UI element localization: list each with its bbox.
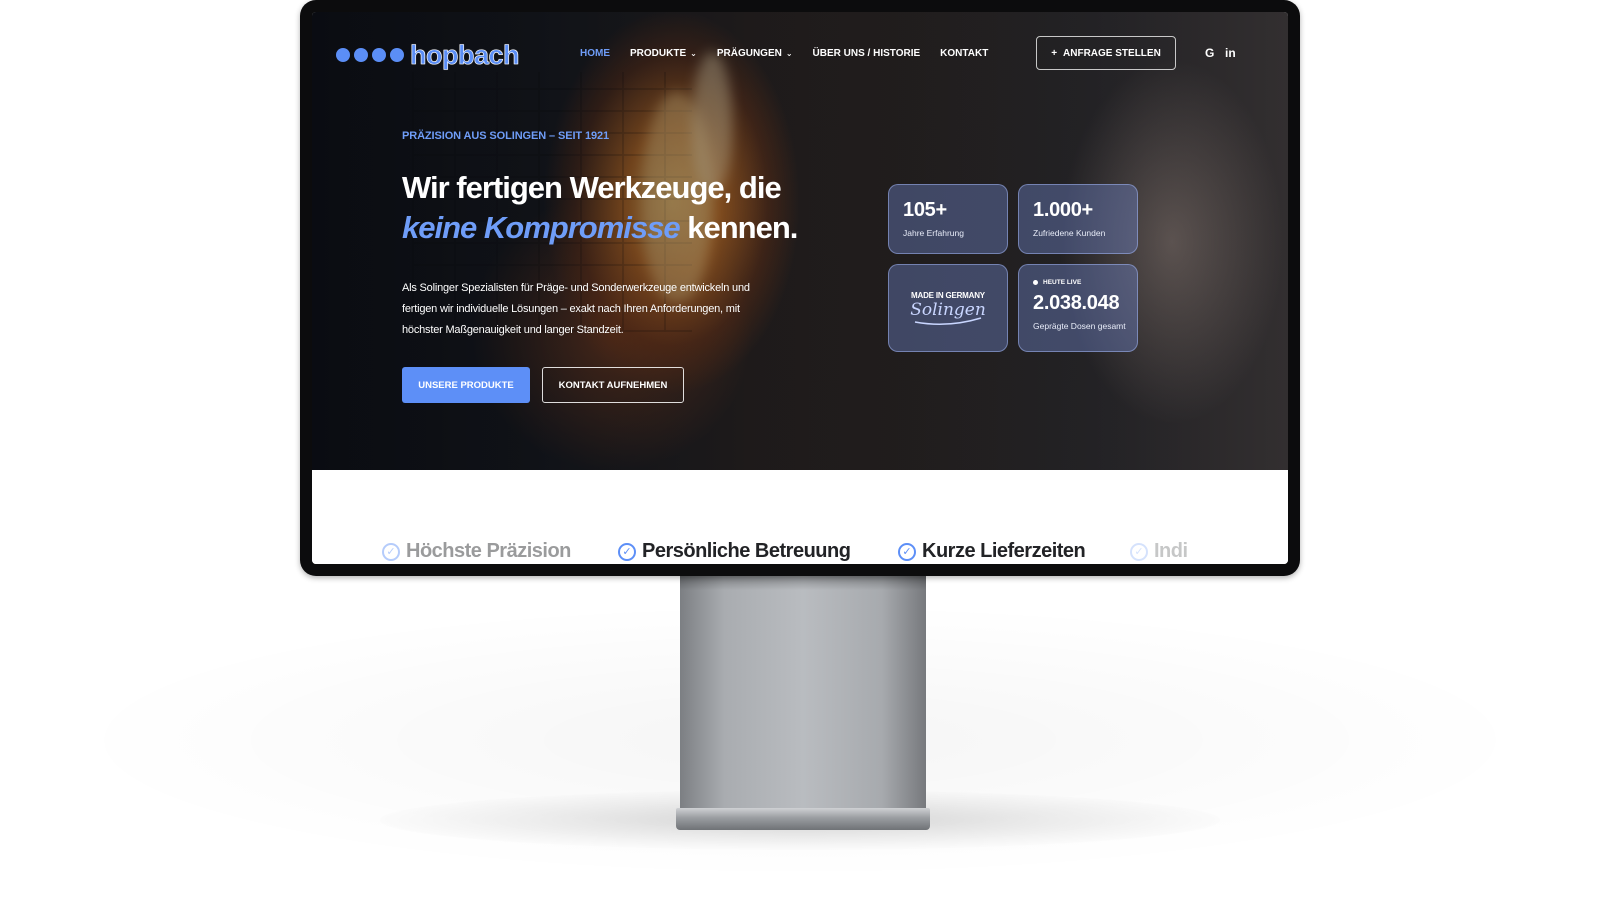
monitor-screen: hopbach HOME PRODUKTE ⌄ PRÄGUNGEN ⌄ ÜBER U… xyxy=(312,12,1288,564)
logo-wordmark: hopbach xyxy=(410,39,520,70)
feature-item: ✓ Indi xyxy=(1130,540,1188,563)
main-menu: HOME PRODUKTE ⌄ PRÄGUNGEN ⌄ ÜBER UNS / HIS… xyxy=(580,48,1008,59)
feature-label: Indi xyxy=(1154,540,1188,562)
stat-card-live-counter: HEUTE LIVE 2.038.048 Geprägte Dosen gesa… xyxy=(1018,264,1138,352)
feature-item: ✓ Persönliche Betreuung xyxy=(618,540,851,563)
features-strip: ✓ Höchste Präzision ✓ Persönliche Betreu… xyxy=(312,470,1288,564)
nav-label: KONTAKT xyxy=(940,48,989,59)
stat-label: Geprägte Dosen gesamt xyxy=(1033,321,1126,331)
feature-label: Persönliche Betreuung xyxy=(642,540,851,562)
chevron-down-icon: ⌄ xyxy=(690,49,697,58)
site-logo[interactable]: hopbach xyxy=(336,39,520,70)
stat-value: 105+ xyxy=(903,199,947,221)
nav-item-home[interactable]: HOME xyxy=(580,48,610,59)
unsere-produkte-button[interactable]: UNSERE PRODUKTE xyxy=(402,367,530,403)
logo-dot xyxy=(354,48,368,62)
linkedin-icon[interactable]: in xyxy=(1225,46,1236,60)
nav-item-ueber-uns[interactable]: ÜBER UNS / HISTORIE xyxy=(813,48,921,59)
plus-icon: + xyxy=(1051,47,1058,59)
logo-dot xyxy=(390,48,404,62)
check-circle-icon: ✓ xyxy=(898,542,916,561)
feature-item: ✓ Höchste Präzision xyxy=(382,540,571,563)
nav-item-produkte[interactable]: PRODUKTE ⌄ xyxy=(630,48,697,59)
check-circle-icon: ✓ xyxy=(1130,542,1148,561)
nav-item-kontakt[interactable]: KONTAKT xyxy=(940,48,988,59)
feature-label: Kurze Lieferzeiten xyxy=(922,540,1086,562)
stat-label: Jahre Erfahrung xyxy=(903,228,964,238)
headline-line-1: Wir fertigen Werkzeuge, die xyxy=(402,170,782,205)
nav-item-praegungen[interactable]: PRÄGUNGEN ⌄ xyxy=(717,48,793,59)
feature-label: Höchste Präzision xyxy=(406,540,571,562)
feature-item: ✓ Kurze Lieferzeiten xyxy=(898,540,1086,563)
hero-section: hopbach HOME PRODUKTE ⌄ PRÄGUNGEN ⌄ ÜBER U… xyxy=(312,12,1288,470)
monitor-stand-foot xyxy=(676,808,930,830)
check-circle-icon: ✓ xyxy=(618,542,636,561)
hero-content: PRÄZISION AUS SOLINGEN – SEIT 1921 Wir f… xyxy=(402,130,822,341)
live-tag: HEUTE LIVE xyxy=(1043,279,1082,286)
swoosh-icon xyxy=(914,316,982,325)
logo-dot xyxy=(336,48,350,62)
hero-headline: Wir fertigen Werkzeuge, die keine Kompro… xyxy=(402,168,822,248)
top-navigation: hopbach HOME PRODUKTE ⌄ PRÄGUNGEN ⌄ ÜBER U… xyxy=(312,12,1288,96)
kontakt-aufnehmen-button[interactable]: KONTAKT AUFNEHMEN xyxy=(542,367,684,403)
live-indicator: HEUTE LIVE xyxy=(1033,279,1123,286)
stat-value: 2.038.048 xyxy=(1033,292,1120,314)
anfrage-stellen-button[interactable]: + ANFRAGE STELLEN xyxy=(1036,36,1176,70)
nav-label: HOME xyxy=(580,48,610,59)
monitor-stand-neck xyxy=(680,572,926,812)
hero-eyebrow: PRÄZISION AUS SOLINGEN – SEIT 1921 xyxy=(402,130,610,142)
nav-label: PRODUKTE xyxy=(630,48,687,59)
headline-end: kennen. xyxy=(679,210,798,245)
google-icon[interactable]: G xyxy=(1205,46,1214,60)
stat-card-years: 105+ Jahre Erfahrung xyxy=(888,184,1008,254)
badge-top-text: MADE IN GERMANY xyxy=(911,290,985,300)
check-circle-icon: ✓ xyxy=(382,542,400,561)
anfrage-label: ANFRAGE STELLEN xyxy=(1063,47,1161,59)
headline-accent: keine Kompromisse xyxy=(402,210,681,245)
stat-card-customers: 1.000+ Zufriedene Kunden xyxy=(1018,184,1138,254)
chevron-down-icon: ⌄ xyxy=(785,49,793,58)
nav-label: PRÄGUNGEN xyxy=(716,48,782,59)
hero-lead-text: Als Solinger Spezialisten für Präge- und… xyxy=(402,282,750,336)
made-in-germany-badge: MADE IN GERMANY Solingen xyxy=(888,264,1008,352)
hero-cta-row: UNSERE PRODUKTE KONTAKT AUFNEHMEN xyxy=(402,367,684,403)
stat-value: 1.000+ xyxy=(1033,199,1093,221)
logo-dot xyxy=(372,48,386,62)
live-dot-icon xyxy=(1033,280,1038,285)
headline-line-2: keine Kompromisse kennen. xyxy=(402,208,822,248)
stat-label: Zufriedene Kunden xyxy=(1033,228,1106,238)
nav-label: ÜBER UNS / HISTORIE xyxy=(812,48,921,59)
